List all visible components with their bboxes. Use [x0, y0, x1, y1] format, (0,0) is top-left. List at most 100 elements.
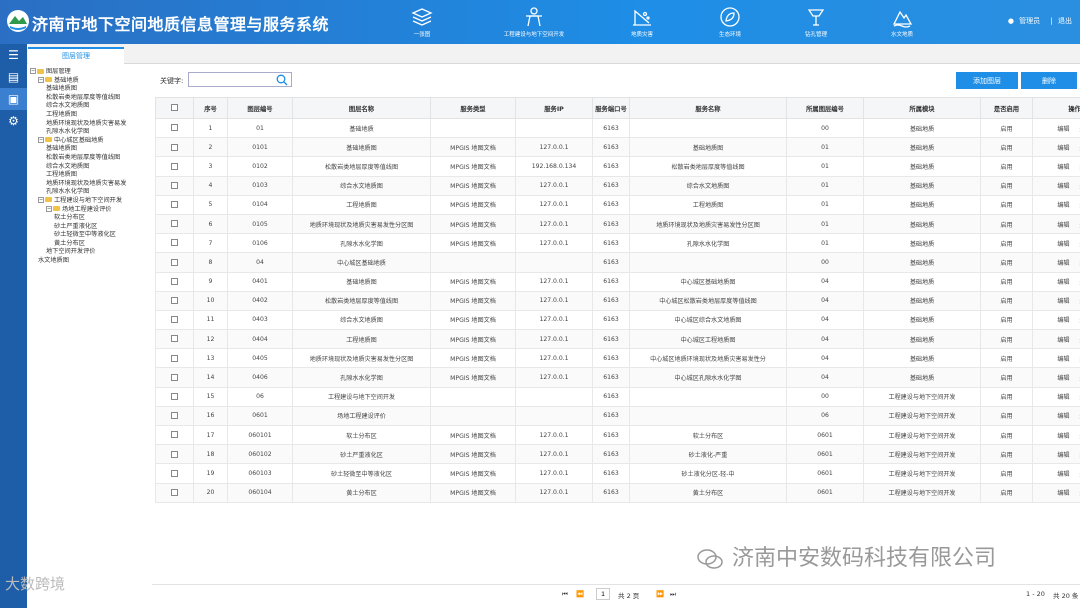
- search-input[interactable]: [189, 73, 273, 86]
- table-cell[interactable]: 启用: [980, 309, 1033, 331]
- row-checkbox[interactable]: [171, 201, 178, 209]
- user-name[interactable]: 管理员: [1019, 17, 1040, 25]
- table-row[interactable]: 160601场地工程建设评价 6163 06工程建设与地下空间开发启用编辑删除: [155, 405, 1080, 427]
- tree-node-label[interactable]: 工程地质图: [46, 111, 77, 118]
- table-cell[interactable]: 启用: [980, 137, 1033, 158]
- row-select-cell[interactable]: [155, 290, 194, 311]
- row-checkbox[interactable]: [171, 354, 178, 362]
- tree-node-label[interactable]: 砂土轻微至中等液化区: [54, 231, 116, 238]
- row-checkbox[interactable]: [171, 412, 178, 420]
- row-checkbox[interactable]: [171, 143, 178, 151]
- row-select-cell[interactable]: [155, 194, 194, 215]
- row-select-cell[interactable]: [155, 271, 194, 292]
- row-select-cell[interactable]: [155, 213, 194, 235]
- edit-link[interactable]: 编辑: [1057, 375, 1069, 382]
- tree-node[interactable]: 基础地质图: [30, 145, 152, 154]
- table-cell[interactable]: 启用: [980, 482, 1033, 503]
- edit-link[interactable]: 编辑: [1057, 126, 1069, 133]
- row-checkbox[interactable]: [171, 220, 178, 228]
- table-cell[interactable]: 启用: [980, 175, 1033, 196]
- table-cell[interactable]: 启用: [980, 271, 1033, 292]
- row-checkbox[interactable]: [171, 392, 178, 400]
- row-checkbox[interactable]: [171, 488, 178, 496]
- tree-node-label[interactable]: 基础地质图: [46, 85, 77, 92]
- row-checkbox[interactable]: [171, 335, 178, 343]
- tree-node[interactable]: − 场地工程建设评价: [30, 205, 152, 215]
- row-select-cell[interactable]: [155, 309, 194, 331]
- table-row[interactable]: 10 0402 松散岩类地层厚度等值线图 MPGIS 地图文档 127.0.0.1 616…: [155, 290, 1080, 311]
- edit-link[interactable]: 编辑: [1057, 317, 1069, 324]
- row-checkbox[interactable]: [171, 181, 178, 189]
- tree-node[interactable]: 孔隙水水化学图: [30, 188, 152, 197]
- search-icon[interactable]: [276, 74, 288, 86]
- tree-node-label[interactable]: 砂土严重液化区: [54, 223, 97, 230]
- tab-layer-management[interactable]: 图层管理: [28, 47, 124, 64]
- delete-button[interactable]: 删除: [1021, 72, 1077, 89]
- tree-node-label[interactable]: 工程建设与地下空间开发: [54, 197, 122, 204]
- tree-node-label[interactable]: 综合水文地质图: [46, 163, 89, 170]
- row-checkbox[interactable]: [171, 239, 178, 247]
- edit-link[interactable]: 编辑: [1057, 337, 1069, 344]
- edit-link[interactable]: 编辑: [1057, 413, 1069, 420]
- table-row[interactable]: 4 0103 综合水文地质图 MPGIS 地图文档 127.0.0.1 6163 综合水文地…: [155, 175, 1080, 196]
- row-checkbox[interactable]: [171, 124, 178, 132]
- tree-node-label[interactable]: 地质环境现状及地质灾害易发: [46, 180, 126, 187]
- menu-icon[interactable]: ☰: [0, 44, 27, 66]
- tree-node[interactable]: 工程地质图: [30, 111, 152, 120]
- row-select-cell[interactable]: [155, 329, 194, 350]
- row-select-cell[interactable]: [155, 463, 194, 484]
- row-checkbox[interactable]: [171, 162, 178, 170]
- table-row[interactable]: 14 0406 孔隙水水化学图 MPGIS 地图文档 127.0.0.1 6163 中心城区…: [155, 367, 1080, 388]
- row-select-cell[interactable]: [155, 405, 194, 427]
- tree-node[interactable]: 软土分布区: [30, 214, 152, 223]
- row-select-cell[interactable]: [155, 348, 194, 369]
- tree-node-label[interactable]: 场地工程建设评价: [62, 206, 112, 213]
- tree-node-label[interactable]: 地质环境现状及地质灾害易发: [46, 120, 126, 127]
- document-icon[interactable]: ▤: [0, 66, 27, 88]
- nav-hydrogeology[interactable]: 水文地质: [862, 6, 942, 42]
- table-cell[interactable]: 启用: [980, 156, 1033, 177]
- row-select-cell[interactable]: [155, 424, 194, 446]
- table-cell[interactable]: 启用: [980, 463, 1033, 484]
- table-cell[interactable]: 启用: [980, 117, 1033, 139]
- tree-node-label[interactable]: 孔隙水水化学图: [46, 188, 89, 195]
- row-select-cell[interactable]: [155, 444, 194, 465]
- tree-node-label[interactable]: 基础地质图: [46, 145, 77, 152]
- row-select-cell[interactable]: [155, 252, 194, 273]
- tree-node-label[interactable]: 黄土分布区: [54, 240, 85, 247]
- table-cell[interactable]: 启用: [980, 194, 1033, 215]
- edit-link[interactable]: 编辑: [1057, 145, 1069, 152]
- table-row[interactable]: 2 0101 基础地质图 MPGIS 地图文档 127.0.0.1 6163 基础地质图 01…: [155, 137, 1080, 158]
- tree-toggle-icon[interactable]: −: [38, 136, 44, 143]
- table-cell[interactable]: 启用: [980, 348, 1033, 369]
- tree-node[interactable]: − 图层管理: [30, 68, 152, 77]
- last-page-icon[interactable]: ⏭: [670, 590, 676, 599]
- map-icon[interactable]: ▣: [0, 88, 27, 110]
- tree-toggle-icon[interactable]: −: [30, 68, 36, 74]
- edit-link[interactable]: 编辑: [1057, 202, 1069, 209]
- next-page-icon[interactable]: ⏩: [656, 590, 664, 598]
- tree-node-label[interactable]: 地下空间开发评价: [46, 248, 96, 255]
- table-row[interactable]: 17 060101 软土分布区 MPGIS 地图文档 127.0.0.1 6163 软土分布…: [155, 424, 1080, 446]
- row-select-cell[interactable]: [155, 117, 194, 139]
- tree-toggle-icon[interactable]: −: [38, 76, 44, 83]
- edit-link[interactable]: 编辑: [1057, 394, 1069, 401]
- table-cell[interactable]: 启用: [980, 233, 1033, 254]
- row-checkbox[interactable]: [171, 277, 178, 285]
- table-row[interactable]: 6 0105 地质环境现状及地质灾害易发性分区图 MPGIS 地图文档 127.0.0.…: [155, 213, 1080, 235]
- tree-node[interactable]: 孔隙水水化学图: [30, 128, 152, 137]
- table-row[interactable]: 18 060102 砂土严重液化区 MPGIS 地图文档 127.0.0.1 6163 砂土…: [155, 444, 1080, 465]
- logout-link[interactable]: 退出: [1058, 17, 1072, 25]
- table-row[interactable]: 20 060104 黄土分布区 MPGIS 地图文档 127.0.0.1 6163 黄土分布…: [155, 482, 1080, 503]
- gear-icon[interactable]: ⚙: [0, 110, 27, 132]
- tree-node[interactable]: − 工程建设与地下空间开发: [30, 196, 152, 206]
- nav-ecology[interactable]: 生态环境: [690, 6, 770, 42]
- tree-node-label[interactable]: 软土分布区: [54, 214, 85, 221]
- edit-link[interactable]: 编辑: [1057, 222, 1069, 229]
- table-row[interactable]: 101基础地质616300基础地质启用编辑删除: [155, 117, 1080, 139]
- tree-node[interactable]: 地下空间开发评价: [30, 248, 152, 257]
- table-row[interactable]: 19 060103 砂土轻微至中等液化区 MPGIS 地图文档 127.0.0.1 616…: [155, 463, 1080, 484]
- row-select-cell[interactable]: [155, 367, 194, 388]
- prev-page-icon[interactable]: ⏪: [576, 590, 584, 598]
- edit-link[interactable]: 编辑: [1057, 433, 1069, 440]
